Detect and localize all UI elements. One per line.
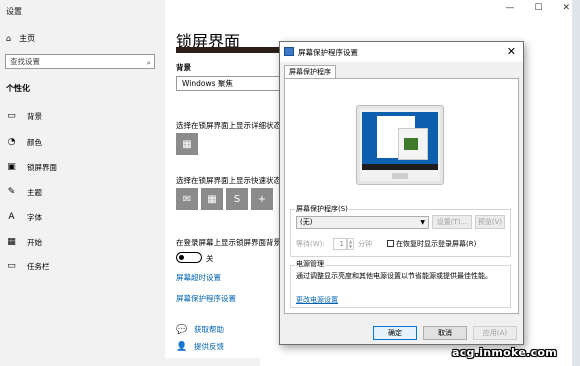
feedback-icon: 👤 <box>176 341 188 352</box>
taskbar-fragment <box>0 358 260 366</box>
get-help-label: 获取帮助 <box>194 325 224 334</box>
taskbar-icon: ▭ <box>7 261 16 271</box>
section-title: 个性化 <box>6 84 30 93</box>
change-power-link[interactable]: 更改电源设置 <box>296 295 338 305</box>
apply-button[interactable]: 应用(A) <box>473 326 517 340</box>
close-icon[interactable]: ✕ <box>562 3 570 13</box>
mail-icon: ✉ <box>182 193 192 205</box>
feedback-label: 提供反馈 <box>194 342 224 351</box>
minimize-icon[interactable]: — <box>505 3 514 13</box>
toggle-knob <box>179 254 184 260</box>
toggle-state: 关 <box>206 254 214 263</box>
desktop-background-strip <box>572 0 580 366</box>
sidebar-item-fonts[interactable]: A 字体 <box>6 210 42 224</box>
screensaver-group-label: 屏幕保护程序(S) <box>295 204 349 214</box>
wait-stepper[interactable]: ▲ ▼ <box>347 238 354 250</box>
detail-status-label: 选择在锁屏界面上显示详细状态 <box>176 121 281 130</box>
font-icon: A <box>8 212 15 222</box>
screensaver-select[interactable]: (无) ▼ <box>296 216 429 229</box>
mail-tile[interactable]: ✉ <box>176 188 198 210</box>
calendar-icon: ▦ <box>207 193 217 205</box>
show-bg-label: 在登录屏幕上显示锁屏界面背景 <box>176 238 281 247</box>
screensaver-link[interactable]: 屏幕保护程序设置 <box>176 293 236 304</box>
cancel-button[interactable]: 取消 <box>423 326 467 340</box>
wait-label: 等待(W): <box>296 240 325 248</box>
search-placeholder: 查找设置 <box>10 57 40 66</box>
preview-taskbar <box>362 164 438 170</box>
resume-checkbox[interactable] <box>387 240 394 247</box>
calendar-tile[interactable]: ▦ <box>176 133 198 155</box>
sidebar-item-label: 背景 <box>27 111 42 121</box>
close-icon[interactable]: ✕ <box>507 45 516 58</box>
image-icon: ▭ <box>7 111 16 121</box>
theme-icon: ✎ <box>7 187 16 197</box>
wait-minutes-input[interactable]: 1 <box>333 238 347 250</box>
dialog-title: 屏幕保护程序设置 <box>298 48 358 57</box>
skype-icon: S <box>233 193 241 205</box>
dialog-titlebar: 屏幕保护程序设置 ✕ <box>280 42 523 62</box>
preview-image <box>404 138 418 150</box>
lock-screen-icon: ▣ <box>7 162 16 172</box>
sidebar-item-colors[interactable]: ◔ 颜色 <box>6 135 42 149</box>
sidebar-item-start[interactable]: ▦ 开始 <box>6 235 42 249</box>
preview-button[interactable]: 预览(V) <box>475 215 505 229</box>
screensaver-dialog: 屏幕保护程序设置 ✕ 屏幕保护程序 屏幕保护程序(S) (无) ▼ 设置(T).… <box>279 41 524 345</box>
show-bg-toggle[interactable] <box>176 252 202 263</box>
sidebar-item-label: 字体 <box>27 212 42 222</box>
sidebar-item-label: 开始 <box>27 237 42 247</box>
calendar-icon: ▦ <box>182 138 192 150</box>
sidebar: 设置 ⌂ 主页 查找设置 ⌕ 个性化 ▭ 背景 ◔ 颜色 ▣ 锁屏界面 ✎ 主题… <box>0 0 165 366</box>
search-input[interactable]: 查找设置 ⌕ <box>5 54 155 69</box>
screensaver-value: (无) <box>300 218 313 226</box>
maximize-icon[interactable]: ☐ <box>534 3 542 13</box>
sidebar-item-label: 锁屏界面 <box>27 162 57 172</box>
ok-button[interactable]: 确定 <box>373 326 417 340</box>
resume-label: 在恢复时显示登录屏幕(R) <box>396 240 477 248</box>
home-icon: ⌂ <box>6 34 12 43</box>
watermark: acg.inmoke.com <box>452 346 558 359</box>
monitor-preview <box>356 105 444 185</box>
sidebar-item-taskbar[interactable]: ▭ 任务栏 <box>6 259 50 273</box>
sidebar-item-label: 任务栏 <box>27 261 50 271</box>
palette-icon: ◔ <box>7 137 16 147</box>
sidebar-item-label: 颜色 <box>27 137 42 147</box>
home-nav[interactable]: ⌂ 主页 <box>6 33 35 44</box>
app-title: 设置 <box>6 7 22 16</box>
power-group-label: 电源管理 <box>295 259 325 269</box>
home-label: 主页 <box>19 34 36 43</box>
sidebar-item-background[interactable]: ▭ 背景 <box>6 109 42 123</box>
search-icon: ⌕ <box>146 58 151 67</box>
screen-timeout-link[interactable]: 屏幕超时设置 <box>176 272 221 283</box>
screensaver-icon <box>284 47 294 56</box>
window-controls: — ☐ ✕ <box>505 3 570 13</box>
chevron-down-icon: ▼ <box>420 219 425 226</box>
plus-icon: + <box>257 193 267 205</box>
quick-status-label: 选择在锁屏界面上显示快速状态 <box>176 176 281 185</box>
minutes-label: 分钟 <box>358 240 372 248</box>
lock-screen-preview <box>176 47 286 53</box>
sidebar-item-label: 主题 <box>27 187 42 197</box>
add-tile[interactable]: + <box>251 188 273 210</box>
help-icon: 💬 <box>176 324 188 335</box>
background-label: 背景 <box>176 63 191 72</box>
feedback-link[interactable]: 👤 提供反馈 <box>176 341 224 352</box>
sidebar-item-lock-screen[interactable]: ▣ 锁屏界面 <box>6 160 57 174</box>
skype-tile[interactable]: S <box>226 188 248 210</box>
get-help-link[interactable]: 💬 获取帮助 <box>176 324 224 335</box>
start-icon: ▦ <box>7 237 16 247</box>
background-select[interactable]: Windows 聚焦 <box>176 76 281 91</box>
settings-button[interactable]: 设置(T)... <box>432 215 472 229</box>
preview-screen <box>362 112 438 170</box>
sidebar-item-themes[interactable]: ✎ 主题 <box>6 185 42 199</box>
calendar-quick-tile[interactable]: ▦ <box>201 188 223 210</box>
power-description: 通过调整显示亮度和其他电源设置以节省能源或提供最佳性能。 <box>296 272 492 280</box>
monitor-stand <box>392 173 408 179</box>
